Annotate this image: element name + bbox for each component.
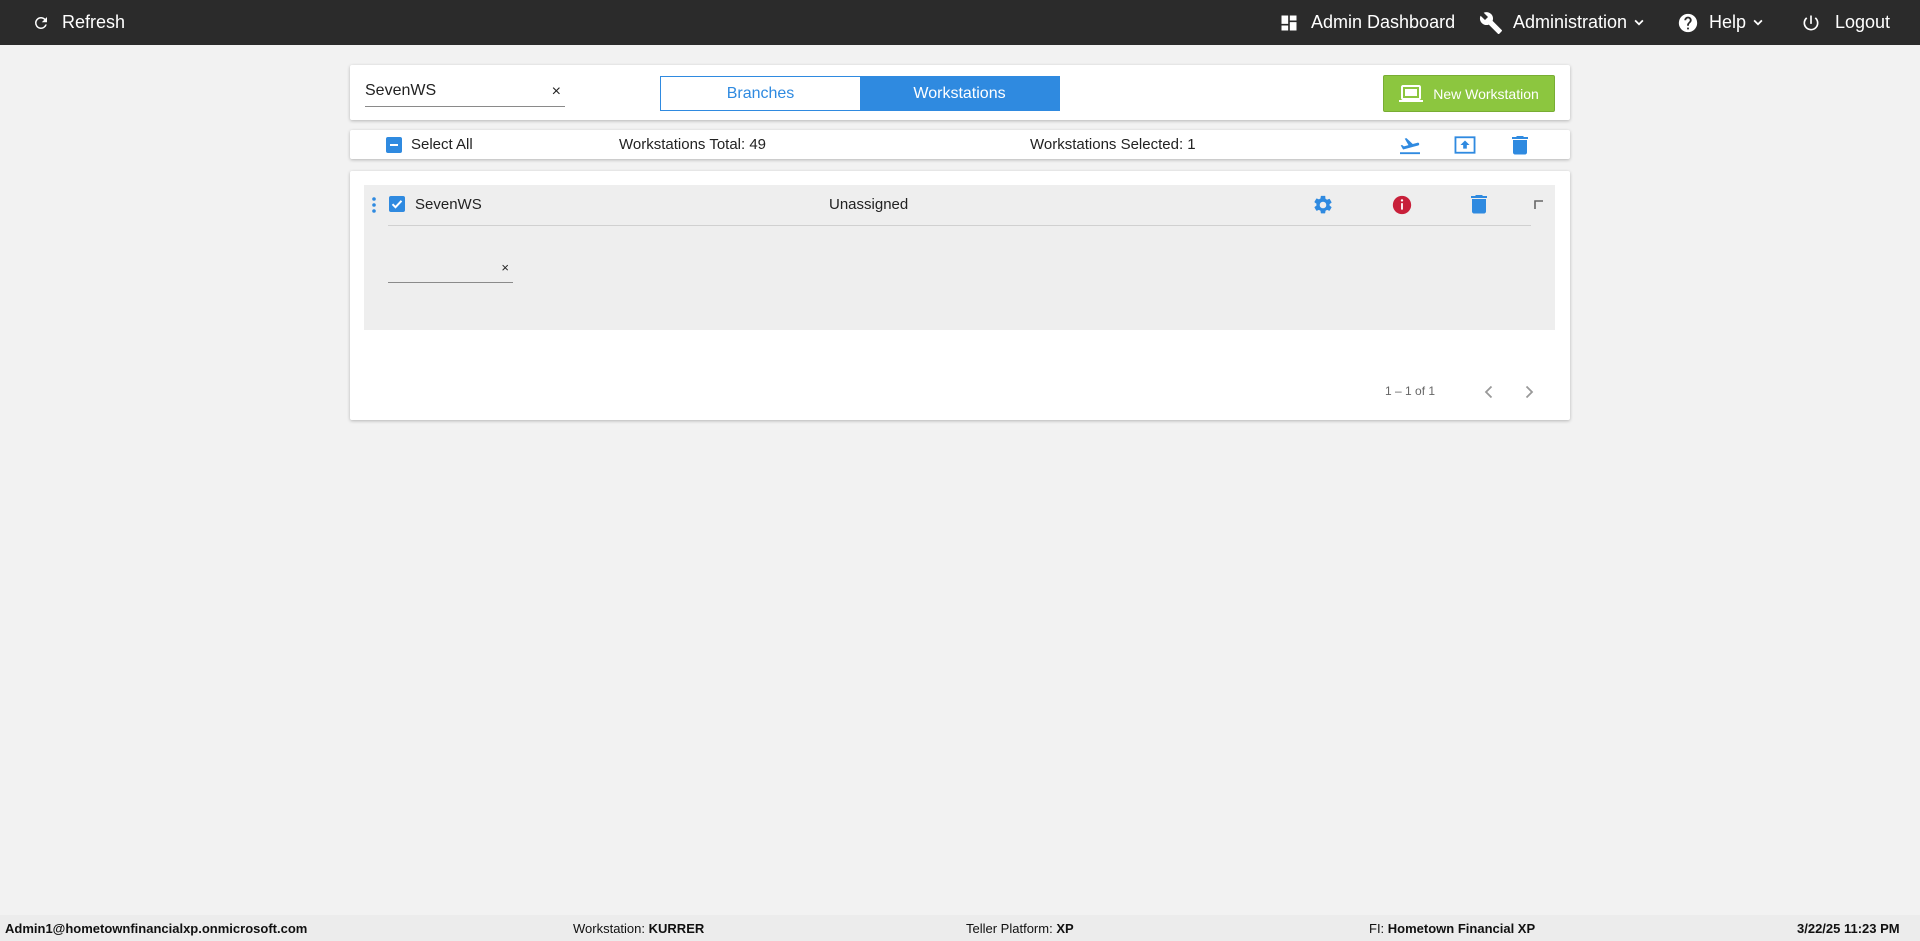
workstation-name: SevenWS (415, 196, 482, 213)
info-button[interactable] (1391, 194, 1413, 221)
chevron-down-icon (1753, 19, 1763, 25)
footer-platform-label: Teller Platform: (966, 921, 1053, 936)
help-circle-icon (1678, 13, 1698, 32)
power-icon (1803, 15, 1819, 30)
search-input[interactable] (365, 77, 535, 103)
previous-page-button[interactable] (1481, 384, 1497, 405)
upload-button[interactable] (1454, 135, 1476, 160)
tab-branches[interactable]: Branches (661, 77, 860, 110)
refresh-label: Refresh (62, 12, 126, 32)
trash-icon (1471, 195, 1487, 214)
footer-fi-label: FI: (1369, 921, 1385, 936)
delete-selected-button[interactable] (1512, 135, 1528, 160)
workstations-total: Workstations Total: 49 (619, 136, 767, 153)
status-footer: Admin1@hometownfinancialxp.onmicrosoft.c… (0, 915, 1920, 941)
admin-dashboard-link[interactable]: Admin Dashboard (1279, 0, 1455, 45)
logout-button[interactable]: Logout (1801, 0, 1890, 45)
search-clear-icon[interactable]: × (552, 83, 561, 101)
row-divider (388, 225, 1531, 226)
select-all[interactable]: Select All (386, 136, 473, 153)
corner-icon (1534, 200, 1543, 209)
expand-toggle[interactable] (1534, 197, 1544, 215)
new-workstation-label: New Workstation (1433, 85, 1539, 102)
row-checkbox[interactable] (389, 196, 405, 212)
footer-datetime: 3/22/25 11:23 PM (1797, 921, 1900, 936)
refresh-icon (35, 16, 47, 29)
footer-workstation-label: Workstation: (573, 921, 646, 936)
pagination-range: 1 – 1 of 1 (1385, 384, 1436, 398)
logout-label: Logout (1835, 12, 1891, 32)
footer-user-value: Admin1@hometownfinancialxp.onmicrosoft.c… (5, 921, 308, 936)
airplane-icon (1400, 138, 1420, 155)
row-delete-button[interactable] (1471, 194, 1487, 219)
checkmark-icon (391, 200, 403, 209)
top-navigation-bar: Refresh Admin Dashboard Administration H… (0, 0, 1920, 45)
trash-icon (1512, 136, 1528, 155)
footer-fi-value: Hometown Financial XP (1387, 921, 1536, 936)
admin-dashboard-label: Admin Dashboard (1311, 12, 1456, 32)
refresh-button[interactable]: Refresh (32, 0, 125, 45)
info-icon (1392, 195, 1412, 215)
upload-icon (1454, 136, 1476, 154)
chevron-left-icon (1484, 385, 1493, 399)
kebab-icon (372, 197, 376, 213)
chevron-down-icon (1634, 19, 1644, 25)
settings-button[interactable] (1312, 194, 1334, 221)
search-field: × (365, 77, 565, 107)
selection-bar: Select All Workstations Total: 49 Workst… (350, 130, 1570, 159)
footer-platform: Teller Platform: XP (966, 921, 1074, 936)
footer-datetime-value: 3/22/25 11:23 PM (1797, 921, 1900, 936)
new-workstation-button[interactable]: New Workstation (1383, 75, 1555, 112)
laptop-icon (1399, 84, 1424, 102)
view-toggle: Branches Workstations (660, 76, 1060, 111)
row-menu-button[interactable] (372, 197, 376, 218)
workstation-list-card: SevenWS Unassigned × 1 – 1 of 1 (350, 171, 1570, 420)
select-all-checkbox[interactable] (386, 136, 402, 153)
footer-user: Admin1@hometownfinancialxp.onmicrosoft.c… (5, 921, 307, 936)
gear-icon (1314, 195, 1332, 214)
workstation-status: Unassigned (829, 196, 909, 213)
help-menu[interactable]: Help (1677, 0, 1764, 45)
footer-workstation: Workstation: KURRER (573, 921, 704, 936)
workstations-selected: Workstations Selected: 1 (1030, 136, 1196, 153)
row-field-clear-icon[interactable]: × (501, 260, 509, 275)
tab-workstations[interactable]: Workstations (860, 77, 1059, 110)
administration-menu[interactable]: Administration (1479, 0, 1645, 45)
select-all-label: Select All (411, 136, 473, 153)
dashboard-icon (1281, 15, 1297, 30)
list-item: SevenWS Unassigned × (364, 185, 1555, 330)
footer-platform-value: XP (1056, 921, 1074, 936)
footer-workstation-value: KURRER (648, 921, 705, 936)
row-text-input[interactable] (388, 255, 493, 281)
move-button[interactable] (1399, 135, 1421, 160)
chevron-right-icon (1525, 385, 1534, 399)
next-page-button[interactable] (1521, 384, 1537, 405)
wrench-icon (1479, 11, 1502, 34)
footer-fi: FI: Hometown Financial XP (1369, 921, 1535, 936)
administration-label: Administration (1513, 12, 1628, 32)
indeterminate-icon (390, 143, 398, 146)
search-card: × Branches Workstations New Workstation (350, 65, 1570, 120)
row-field: × (388, 255, 513, 283)
help-label: Help (1709, 12, 1747, 32)
